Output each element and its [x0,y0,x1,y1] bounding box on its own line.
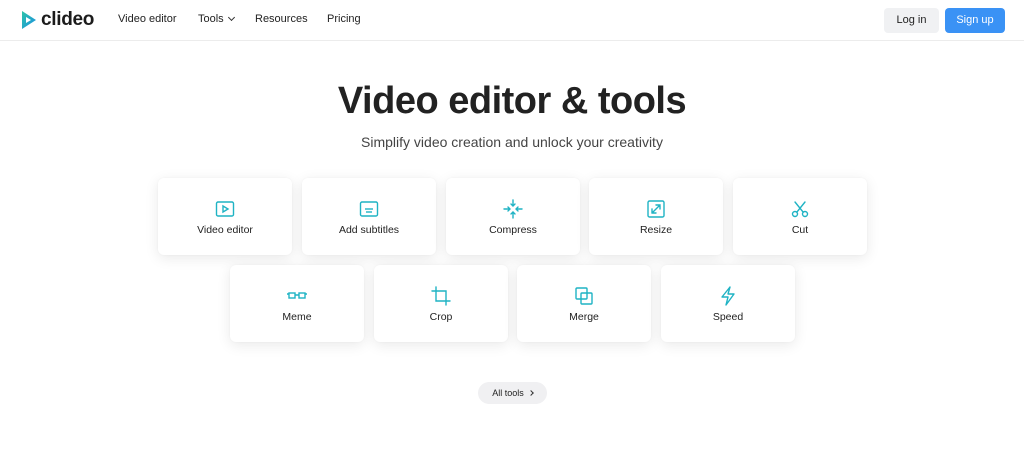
tool-card-compress[interactable]: Compress [446,178,580,255]
all-tools-label: All tools [492,388,524,398]
compress-icon [503,199,523,219]
nav-pricing[interactable]: Pricing [327,13,361,25]
tool-card-label: Speed [712,311,744,323]
chevron-right-icon [527,390,534,396]
all-tools-button[interactable]: All tools [478,382,547,404]
subtitles-icon [359,199,379,219]
tool-card-label: Compress [489,224,537,236]
chevron-down-icon [227,13,235,22]
tool-card-label: Video editor [197,224,253,236]
page-title: Video editor & tools [337,80,687,122]
tool-card-video-editor[interactable]: Video editor [158,178,292,255]
tool-card-label: Merge [569,311,599,323]
nav-tools-label: Tools [198,13,224,25]
tool-card-cut[interactable]: Cut [733,178,867,255]
tool-card-add-subtitles[interactable]: Add subtitles [302,178,436,255]
resize-icon [646,199,666,219]
nav-tools[interactable]: Tools [198,13,235,25]
nav-video-editor[interactable]: Video editor [118,13,177,25]
tool-card-label: Cut [791,224,809,236]
lightning-icon [718,286,738,306]
signup-button[interactable]: Sign up [945,8,1005,33]
nav-resources[interactable]: Resources [255,13,308,25]
clideo-logo[interactable]: clideo [20,9,94,31]
scissors-icon [790,199,810,219]
tool-card-label: Meme [282,311,312,323]
tool-card-crop[interactable]: Crop [374,265,508,342]
tool-card-label: Resize [639,224,673,236]
tool-card-label: Crop [429,311,453,323]
page-subtitle: Simplify video creation and unlock your … [361,134,663,150]
tool-card-speed[interactable]: Speed [661,265,795,342]
top-header: clideo Video editor Tools Resources Pric… [0,0,1024,41]
login-button[interactable]: Log in [884,8,939,33]
video-play-icon [215,199,235,219]
merge-icon [574,286,594,306]
tool-card-resize[interactable]: Resize [589,178,723,255]
logo-text: clideo [41,9,95,30]
tool-card-meme[interactable]: Meme [230,265,364,342]
crop-icon [431,286,451,306]
meme-glasses-icon [287,286,307,306]
logo-play-icon [22,11,36,29]
tool-card-merge[interactable]: Merge [517,265,651,342]
tool-card-label: Add subtitles [338,224,400,236]
